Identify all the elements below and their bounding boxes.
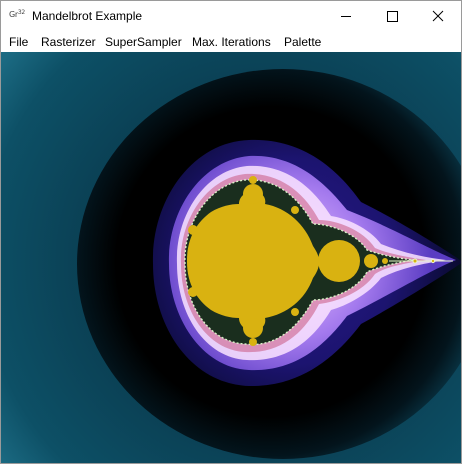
menu-file[interactable]: File — [9, 35, 28, 49]
close-button[interactable] — [415, 1, 461, 31]
app-window: Gr32 Mandelbrot Example File Rasterizer … — [0, 0, 462, 464]
app-logo-icon: Gr32 — [9, 9, 25, 20]
mandelbrot-image — [1, 52, 461, 463]
title-bar[interactable]: Gr32 Mandelbrot Example — [1, 1, 461, 31]
menu-rasterizer[interactable]: Rasterizer — [41, 35, 96, 49]
mandelbrot-canvas[interactable] — [1, 52, 461, 463]
minimize-button[interactable] — [323, 1, 369, 31]
window-title: Mandelbrot Example — [32, 9, 143, 23]
maximize-icon — [387, 11, 398, 22]
menu-supersampler[interactable]: SuperSampler — [105, 35, 182, 49]
maximize-button[interactable] — [369, 1, 415, 31]
close-icon — [432, 10, 444, 22]
minimize-icon — [341, 16, 351, 17]
menu-max-iterations[interactable]: Max. Iterations — [192, 35, 271, 49]
menu-bar: File Rasterizer SuperSampler Max. Iterat… — [1, 31, 461, 52]
menu-palette[interactable]: Palette — [284, 35, 321, 49]
